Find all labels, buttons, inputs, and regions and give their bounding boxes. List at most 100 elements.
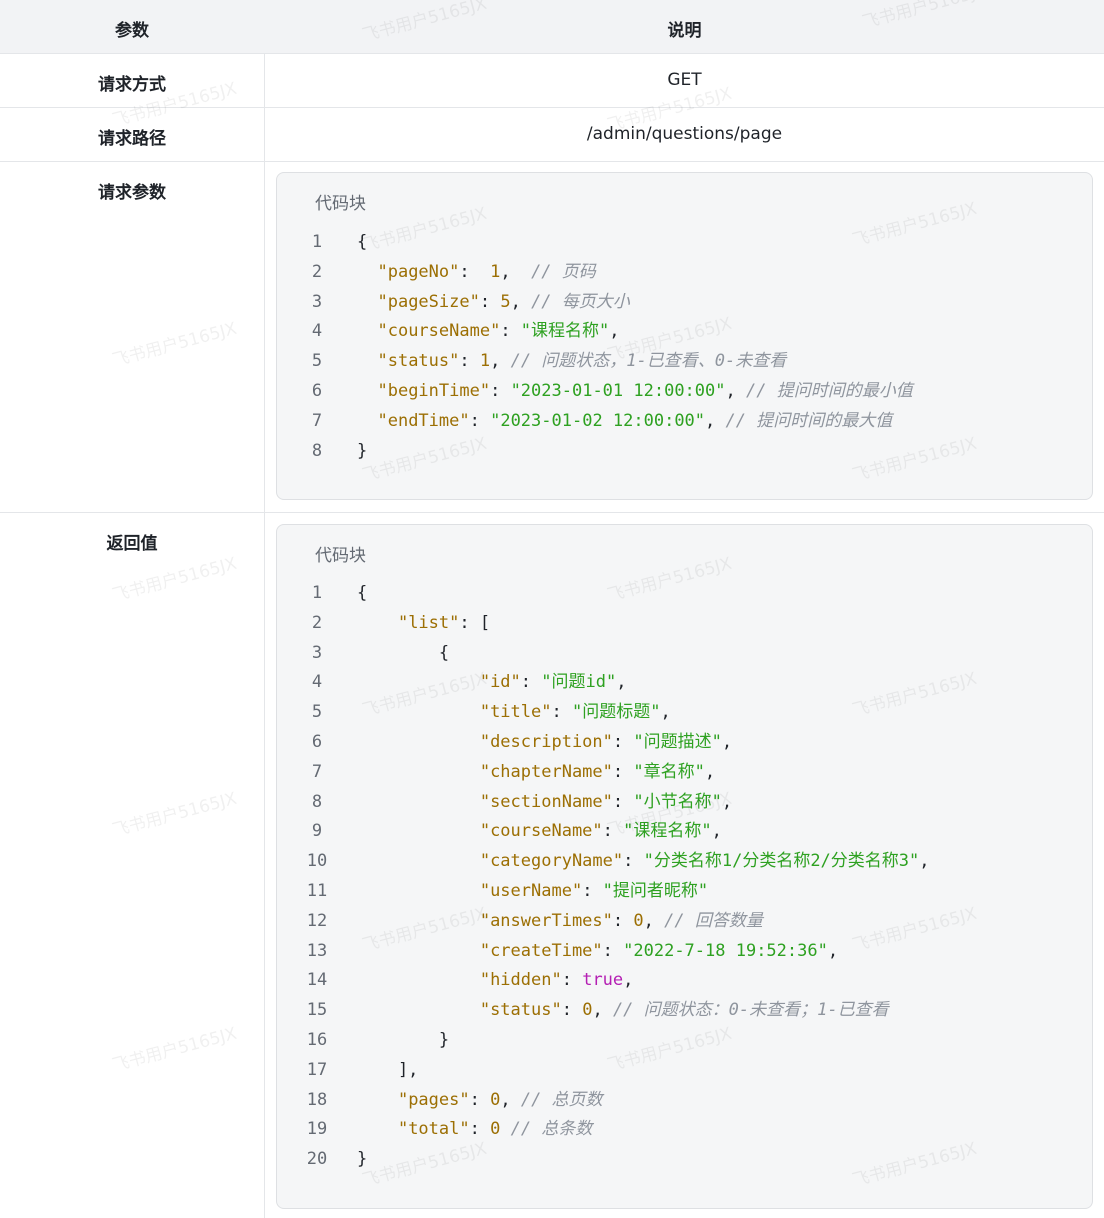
line-number: 17 (306, 1059, 328, 1080)
code-token: "提问者昵称" (602, 881, 709, 901)
line-number: 16 (306, 1030, 328, 1050)
line-number: 8 (311, 791, 323, 812)
code-line: 7 "chapterName": "章名称", (277, 757, 1092, 787)
code-token: "章名称" (633, 761, 705, 782)
code-token: "小节名称" (633, 791, 722, 812)
code-text: { (357, 638, 449, 668)
code-line: 4 "id": "问题id", (277, 667, 1092, 697)
header-desc: 说明 (667, 21, 702, 41)
code-token: 1 (490, 261, 501, 282)
row-label-request-params: 请求参数 (98, 183, 166, 203)
code-token: "pages" (397, 1089, 470, 1110)
code-token: : (612, 910, 634, 931)
code-line: 6 "beginTime": "2023-01-01 12:00:00", //… (277, 376, 1092, 406)
code-token: , (711, 821, 722, 842)
header-param: 参数 (115, 21, 149, 41)
line-number: 7 (311, 761, 323, 782)
code-token: "id" (479, 672, 521, 693)
code-text: "beginTime": "2023-01-01 12:00:00", // 提… (357, 376, 912, 406)
line-number: 2 (311, 261, 323, 282)
code-token: "answerTimes" (479, 910, 613, 931)
code-line: 17 ], (277, 1055, 1092, 1085)
code-token: : (469, 1119, 491, 1140)
code-token: "课程名称" (520, 321, 610, 342)
row-label-method: 请求方式 (98, 75, 166, 95)
code-token: "beginTime" (377, 381, 491, 401)
table-row-path: 请求路径 /admin/questions/page (0, 108, 1104, 162)
code-token: : (500, 321, 521, 342)
code-token: "问题描述" (633, 732, 722, 752)
code-line: 19 "total": 0 // 总条数 (277, 1114, 1092, 1144)
code-token: // 问题状态，1-已查看、0-未查看 (510, 351, 787, 372)
code-token: { (357, 232, 368, 252)
code-token: 0 (490, 1089, 501, 1110)
code-token: true (582, 970, 624, 991)
line-number: 14 (306, 970, 328, 991)
code-token: "status" (479, 1000, 562, 1021)
code-token: // 回答数量 (664, 910, 763, 931)
code-line: 12 "answerTimes": 0, // 回答数量 (277, 906, 1092, 936)
code-text: "endTime": "2023-01-02 12:00:00", // 提问时… (357, 406, 892, 436)
code-block-response[interactable]: 代码块 1{2 "list": [3 {4 "id": "问题id", 5 "ti… (276, 524, 1093, 1209)
code-line: 15 "status": 0, // 问题状态：0-未查看；1-已查看 (277, 995, 1092, 1025)
code-token: : (520, 672, 542, 693)
code-token: } (357, 1149, 368, 1170)
code-line: 5 "title": "问题标题", (277, 697, 1092, 727)
code-token: "userName" (479, 881, 583, 901)
code-token: : (551, 702, 572, 723)
code-block-request[interactable]: 代码块 1{2 "pageNo": 1, // 页码 3 "pageSize": … (276, 172, 1093, 500)
code-line: 20} (277, 1144, 1092, 1174)
code-token: "list" (397, 612, 460, 633)
line-number: 1 (311, 232, 323, 252)
code-token: "2022-7-18 19:52:36" (623, 940, 828, 961)
row-value-method: GET (667, 70, 702, 90)
code-line: 4 "courseName": "课程名称", (277, 316, 1092, 346)
code-token: { (357, 642, 450, 663)
code-token: { (357, 583, 368, 603)
code-line: 11 "userName": "提问者昵称" (277, 876, 1092, 906)
code-token: : (612, 732, 634, 752)
code-token: ], (357, 1059, 419, 1080)
code-token: : (469, 410, 491, 431)
code-token: , (705, 410, 726, 431)
line-number: 11 (306, 881, 328, 901)
code-text: "description": "问题描述", (357, 727, 732, 757)
line-number: 6 (311, 732, 323, 752)
code-token: : (459, 351, 480, 372)
code-text: "pages": 0, // 总页数 (357, 1085, 603, 1115)
code-token: "2023-01-02 12:00:00" (490, 410, 706, 431)
code-token: "hidden" (479, 970, 562, 991)
table-row-return-value: 返回值 代码块 1{2 "list": [3 {4 "id": "问题id", 5… (0, 513, 1104, 1218)
code-text: "pageNo": 1, // 页码 (357, 257, 595, 287)
line-number: 5 (311, 702, 323, 723)
code-token: : (623, 851, 644, 872)
line-number: 10 (306, 851, 328, 872)
code-text: { (357, 227, 367, 257)
code-token: : (582, 881, 603, 901)
line-number: 12 (306, 910, 328, 931)
code-token: : (602, 821, 624, 842)
code-text: } (357, 436, 367, 466)
code-token: : (561, 1000, 583, 1021)
code-token: : [ (459, 612, 491, 633)
code-token: "课程名称" (623, 821, 712, 842)
code-line: 2 "pageNo": 1, // 页码 (277, 257, 1092, 287)
line-number: 8 (311, 440, 323, 461)
code-token: "pageNo" (377, 261, 460, 282)
code-token: "createTime" (479, 940, 603, 961)
table-row-request-params: 请求参数 代码块 1{2 "pageNo": 1, // 页码 3 "pageSi… (0, 162, 1104, 513)
code-text: "sectionName": "小节名称", (357, 787, 732, 817)
code-token: // 问题状态：0-未查看；1-已查看 (612, 1000, 889, 1021)
line-number: 20 (306, 1149, 328, 1170)
code-token: "endTime" (377, 410, 470, 431)
line-number: 1 (311, 583, 323, 603)
code-token: "status" (377, 351, 460, 372)
